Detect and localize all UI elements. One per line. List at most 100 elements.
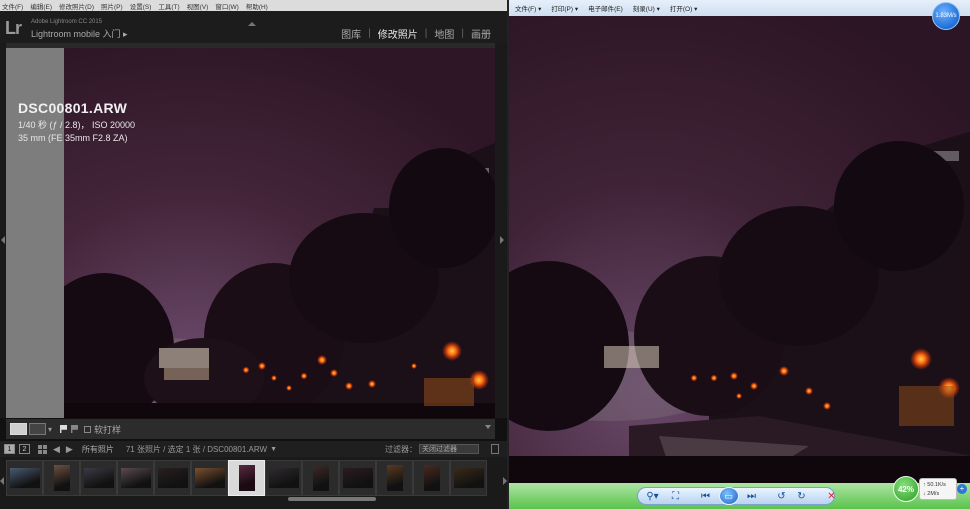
lr-mobile-link[interactable]: Lightroom mobile 入门 ▸ <box>31 27 128 40</box>
filmstrip-thumbnail[interactable] <box>154 460 191 496</box>
thumbnail-image <box>386 465 403 491</box>
control-separator <box>764 489 770 503</box>
toolbar-options-icon[interactable] <box>485 425 491 429</box>
secondary-window-2-button[interactable]: 2 <box>19 444 30 454</box>
next-icon[interactable]: ⏭ <box>744 489 760 503</box>
filter-select[interactable]: 关闭过滤器 <box>419 444 479 454</box>
previous-icon[interactable]: ⏮ <box>698 489 714 503</box>
lr-loupe-view: DSC00801.ARW 1/40 秒 (ƒ / 2.8)， ISO 20000… <box>0 43 507 418</box>
pv-menu-burn[interactable]: 刻录(U) ▾ <box>633 3 660 13</box>
filter-lock-icon[interactable] <box>491 444 499 454</box>
flag-icon[interactable] <box>60 425 68 433</box>
module-separator: | <box>424 28 428 39</box>
top-panel-toggle-icon[interactable] <box>248 22 256 26</box>
thumbnail-image <box>83 468 114 488</box>
lr-logo: Lr <box>5 18 22 38</box>
filmstrip-thumbnail[interactable] <box>413 460 450 496</box>
right-panel-collapsed[interactable] <box>495 43 507 418</box>
slideshow-button[interactable]: ▭ <box>718 487 739 505</box>
module-develop[interactable]: 修改照片 <box>378 26 418 41</box>
pv-menu-file[interactable]: 文件(F) ▾ <box>515 3 541 13</box>
filmstrip-scrollbar[interactable] <box>288 497 376 501</box>
photo-lens: 35 mm (FE 35mm F2.8 ZA) <box>18 133 128 143</box>
filmstrip-count: 71 张照片 / 选定 1 张 / DSC00801.ARW <box>125 444 268 454</box>
thumbnail-image <box>342 468 373 488</box>
network-speed-badge[interactable]: 1.83M/s <box>932 2 960 30</box>
loupe-view-button[interactable] <box>10 423 27 435</box>
filmstrip-thumbnail[interactable] <box>117 460 154 496</box>
zoom-magnifier-icon[interactable]: ⚲▾ <box>642 489 664 503</box>
left-panel-toggle-icon[interactable] <box>1 236 5 244</box>
lr-menu-edit[interactable]: 编辑(E) <box>30 1 52 11</box>
softproof-checkbox[interactable] <box>84 425 92 433</box>
filmstrip-thumbnail[interactable] <box>191 460 228 496</box>
filmstrip-thumbnail[interactable] <box>228 460 265 496</box>
lr-module-picker: 图库 | 修改照片 | 地图 | 画册 <box>341 26 491 41</box>
lightroom-window: 文件(F) 编辑(E) 修改照片(D) 照片(P) 设置(S) 工具(T) 视图… <box>0 0 507 509</box>
lr-identity-plate: Lr Adobe Lightroom CC 2015 Lightroom mob… <box>0 11 507 43</box>
download-speed: ↓ 2M/s <box>923 491 940 497</box>
thumbnail-image <box>312 465 329 491</box>
lr-menu-window[interactable]: 窗口(W) <box>215 1 238 11</box>
thumbnail-image <box>157 468 188 488</box>
filmstrip-thumbnail[interactable] <box>43 460 80 496</box>
rotate-cw-icon[interactable]: ↻ <box>794 489 810 503</box>
pv-menubar: 文件(F) ▾ 打印(P) ▾ 电子邮件(E) 刻录(U) ▾ 打开(O) ▾ <box>509 0 970 16</box>
filmstrip-thumbnail[interactable] <box>265 460 302 496</box>
zoom-percent-indicator[interactable]: 42% <box>893 476 919 502</box>
module-separator: | <box>461 28 464 39</box>
filmstrip-source[interactable]: 所有照片 <box>82 444 114 455</box>
thumbnail-image <box>53 465 70 491</box>
thumbnail-image <box>9 468 40 488</box>
lr-menu-view[interactable]: 视图(V) <box>187 1 209 11</box>
photo-filename: DSC00801.ARW <box>18 100 128 116</box>
filmstrip-source-dropdown-icon[interactable]: ▼ <box>270 446 277 453</box>
before-after-dropdown[interactable]: ▾ <box>48 425 52 434</box>
module-separator: | <box>368 28 371 39</box>
pv-menu-email[interactable]: 电子邮件(E) <box>588 3 623 13</box>
filmstrip-scroll-left-icon[interactable] <box>0 477 4 485</box>
before-after-button[interactable] <box>29 423 46 435</box>
filmstrip-thumbnail[interactable] <box>450 460 487 496</box>
lr-menu-develop[interactable]: 修改照片(D) <box>59 1 94 11</box>
lr-menu-photo[interactable]: 照片(P) <box>101 1 123 11</box>
pv-main-photo[interactable] <box>509 16 970 483</box>
thumbnail-image <box>423 465 440 491</box>
filmstrip <box>0 457 507 509</box>
module-library[interactable]: 图库 <box>341 26 361 41</box>
network-monitor: ↑ 50.1K/s ↓ 2M/s <box>919 478 957 500</box>
back-arrow-icon[interactable]: ◀ <box>53 444 60 455</box>
thumbnail-image <box>268 468 299 488</box>
filmstrip-thumbnail[interactable] <box>376 460 413 496</box>
lr-menu-settings[interactable]: 设置(S) <box>130 1 152 11</box>
control-separator <box>688 489 694 503</box>
pv-menu-print[interactable]: 打印(P) ▾ <box>551 3 578 13</box>
lr-menu-help[interactable]: 帮助(H) <box>246 1 268 11</box>
filmstrip-thumbnail[interactable] <box>6 460 43 496</box>
module-map[interactable]: 地图 <box>434 26 454 41</box>
pv-menu-open[interactable]: 打开(O) ▾ <box>670 3 697 13</box>
filmstrip-thumbnail[interactable] <box>339 460 376 496</box>
lr-menu-tools[interactable]: 工具(T) <box>158 1 179 11</box>
secondary-window-1-button[interactable]: 1 <box>4 444 15 454</box>
upload-speed: ↑ 50.1K/s <box>923 482 946 488</box>
filmstrip-header: 1 2 ◀ ▶ 所有照片 71 张照片 / 选定 1 张 / DSC00801.… <box>0 441 507 457</box>
photo-exposure: 1/40 秒 (ƒ / 2.8)， ISO 20000 <box>18 120 136 130</box>
lr-version: Adobe Lightroom CC 2015 <box>31 19 103 25</box>
filmstrip-thumbnail[interactable] <box>80 460 117 496</box>
network-monitor-plus-icon[interactable]: + <box>957 484 967 494</box>
module-book[interactable]: 画册 <box>471 26 491 41</box>
lr-menu-file[interactable]: 文件(F) <box>2 1 23 11</box>
actual-size-icon[interactable]: ⛶ <box>668 489 684 503</box>
photo-viewer-window: 文件(F) ▾ 打印(P) ▾ 电子邮件(E) 刻录(U) ▾ 打开(O) ▾ … <box>507 0 970 509</box>
delete-icon[interactable]: ✕ <box>824 489 840 503</box>
rotate-ccw-icon[interactable]: ↺ <box>774 489 790 503</box>
filmstrip-thumbnail[interactable] <box>302 460 339 496</box>
lr-menubar: 文件(F) 编辑(E) 修改照片(D) 照片(P) 设置(S) 工具(T) 视图… <box>0 0 507 11</box>
filter-label: 过滤器： <box>385 444 417 454</box>
grid-view-icon[interactable] <box>38 444 47 454</box>
forward-arrow-icon[interactable]: ▶ <box>66 444 73 455</box>
thumbnail-image <box>194 468 225 488</box>
right-panel-toggle-icon[interactable] <box>500 236 504 244</box>
flag-reject-icon[interactable] <box>71 425 79 433</box>
